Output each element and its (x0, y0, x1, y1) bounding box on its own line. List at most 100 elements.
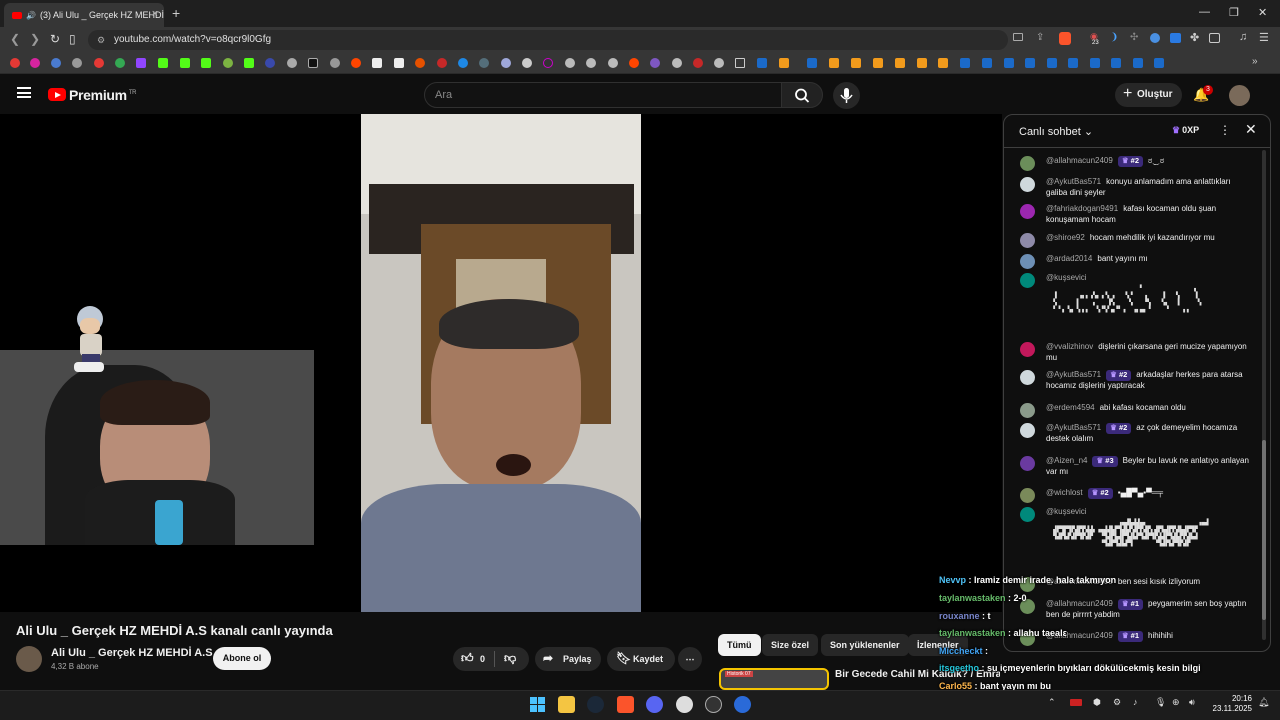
chat-author[interactable]: @erdem4594 (1046, 403, 1095, 412)
bookmark-icon-31[interactable] (672, 58, 682, 68)
channel-avatar[interactable] (16, 646, 42, 672)
extension-icon-4[interactable] (1170, 33, 1181, 43)
chat-avatar[interactable] (1020, 156, 1035, 171)
close-tab-icon[interactable]: × (152, 8, 158, 20)
bookmark-icon-30[interactable] (650, 58, 660, 68)
minimize-icon[interactable]: — (1199, 6, 1210, 18)
bookmark-icon-23[interactable] (501, 58, 511, 68)
chat-author[interactable]: @allahmacun2409 (1046, 156, 1113, 165)
bookmark-icon-5[interactable] (94, 58, 104, 68)
chat-message[interactable]: @shiroe92 hocam mehdilik iyi kazandırıyor… (1004, 233, 1258, 248)
bookmark-icon-29[interactable] (629, 58, 639, 68)
bookmark-kick-icon-4[interactable] (244, 58, 254, 68)
chat-xp-badge[interactable]: 0XP (1172, 125, 1199, 136)
channel-name[interactable]: Ali Ulu _ Gerçek HZ MEHDİ A.S (51, 647, 213, 659)
system-clock[interactable]: 20:16 23.11.2025 (1206, 694, 1252, 714)
url-bar[interactable]: ⚙ youtube.com/watch?v=o8qcr9l0Gfg (88, 30, 1008, 50)
forward-icon[interactable]: ❯ (30, 32, 40, 46)
chat-message[interactable]: @AykutBas571#2arkadaşlar herkes para ata… (1004, 370, 1258, 391)
chat-author[interactable]: @vvalizhinov (1046, 342, 1093, 351)
search-input[interactable]: Ara (424, 82, 782, 108)
bookmark-steam-icon-8[interactable] (1068, 58, 1078, 68)
bookmark-icon-41[interactable] (895, 58, 905, 68)
chat-avatar[interactable] (1020, 177, 1035, 192)
bookmark-icon-4[interactable] (72, 58, 82, 68)
restore-icon[interactable]: ❐ (1229, 6, 1239, 19)
windows-start-icon[interactable] (529, 696, 546, 713)
bookmark-steam-icon-3[interactable] (960, 58, 970, 68)
bookmark-icon-22[interactable] (479, 58, 489, 68)
bookmark-instagram-icon[interactable] (30, 58, 40, 68)
bookmark-steam-icon-10[interactable] (1111, 58, 1121, 68)
audio-extension-icon[interactable]: ❩ (1110, 32, 1118, 43)
brave-shields-icon[interactable] (1059, 32, 1071, 45)
bookmark-icon-24[interactable] (522, 58, 532, 68)
volume-icon[interactable]: 🔊︎ (1189, 697, 1195, 708)
chat-avatar[interactable] (1020, 273, 1035, 288)
bookmark-icon-25[interactable] (543, 58, 553, 68)
chat-author[interactable]: @allahmacun2409 (1046, 599, 1113, 608)
bookmark-icon-13[interactable] (287, 58, 297, 68)
back-icon[interactable]: ❮ (10, 32, 20, 46)
notification-center-icon[interactable]: 🔔︎ (1258, 697, 1269, 708)
chip-recent[interactable]: Son yüklenenler (821, 634, 909, 656)
chat-message[interactable]: @AykutBas571 konuyu anlamadım ama anlattı… (1004, 177, 1258, 198)
hamburger-menu-icon[interactable] (17, 87, 31, 98)
chat-author[interactable]: @ardad2014 (1046, 254, 1092, 263)
chat-message[interactable]: @fahriakdogan9491 kafası kocaman oldu şua… (1004, 204, 1258, 225)
tray-overflow-icon[interactable]: ⌃ (1048, 697, 1056, 708)
bookmark-steam-icon-11[interactable] (1133, 58, 1143, 68)
microphone-tray-icon[interactable]: 🎙︎ (1155, 697, 1166, 708)
browser-tab-active[interactable]: 🔊 (3) Ali Ulu _ Gerçek HZ MEHDİ A.S × (4, 3, 164, 27)
chat-avatar[interactable] (1020, 423, 1035, 438)
bookmark-icon-20[interactable] (437, 58, 447, 68)
chat-avatar[interactable] (1020, 342, 1035, 357)
bookmark-icon-21[interactable] (458, 58, 468, 68)
share-icon[interactable]: ⇪ (1036, 32, 1044, 43)
bookmark-steam-icon-4[interactable] (982, 58, 992, 68)
new-tab-button[interactable]: + (172, 5, 180, 21)
bookmark-icon-3[interactable] (51, 58, 61, 68)
bookmark-icon-32[interactable] (693, 58, 703, 68)
bookmark-x-icon[interactable] (308, 58, 318, 68)
search-button[interactable] (781, 82, 823, 108)
tray-icon-4[interactable]: ♪ (1133, 697, 1138, 707)
chat-avatar[interactable] (1020, 403, 1035, 418)
bookmark-icon-27[interactable] (586, 58, 596, 68)
chat-title-dropdown[interactable]: Canlı sohbet ⌄ (1019, 125, 1093, 138)
extension-icon-3[interactable] (1150, 33, 1160, 43)
chat-message[interactable]: @AykutBas571#2az çok demeyelim hocamıza … (1004, 423, 1258, 444)
extensions-puzzle-icon[interactable]: ✤ (1190, 31, 1199, 44)
bookmark-icon[interactable]: ▯ (69, 32, 76, 46)
bookmark-amazon-icon[interactable] (394, 58, 404, 68)
chat-message[interactable]: @vvalizhinov dişlerini çıkarsana geri muc… (1004, 342, 1258, 363)
bookmark-icon-26[interactable] (565, 58, 575, 68)
chat-avatar[interactable] (1020, 507, 1035, 522)
bookmark-folder-icon[interactable] (735, 58, 745, 68)
bookmark-icon-17[interactable] (372, 58, 382, 68)
bookmark-icon-36[interactable] (779, 58, 789, 68)
cast-icon[interactable] (1013, 33, 1023, 41)
account-avatar[interactable] (1229, 85, 1250, 106)
chat-message[interactable]: @wichlost #2 ▪▄█▀▄▪▀═╤ (1004, 488, 1258, 503)
tray-icon-1[interactable] (1070, 699, 1082, 706)
chat-author[interactable]: @AykutBas571 (1046, 370, 1101, 379)
bookmark-kick-icon[interactable] (158, 58, 168, 68)
bookmark-icon-33[interactable] (714, 58, 724, 68)
youtube-logo-icon[interactable] (48, 88, 66, 101)
bookmark-steam-icon-6[interactable] (1025, 58, 1035, 68)
chat-avatar[interactable] (1020, 370, 1035, 385)
tray-icon-3[interactable]: ⚙ (1113, 697, 1121, 708)
chat-author[interactable]: @kuşsevici (1046, 273, 1087, 282)
chat-author[interactable]: @kuşsevici (1046, 507, 1087, 516)
bookmark-icon-19[interactable] (415, 58, 425, 68)
chat-avatar[interactable] (1020, 456, 1035, 471)
bookmark-icon-28[interactable] (608, 58, 618, 68)
app-icon-8[interactable] (734, 696, 751, 713)
save-button[interactable]: 🔖︎ Kaydet (607, 647, 675, 671)
chat-message[interactable]: @allahmacun2409#1peygamerim sen boş yapt… (1004, 599, 1258, 620)
reload-icon[interactable]: ↻ (50, 32, 60, 46)
site-info-icon[interactable]: ⚙ (97, 30, 105, 50)
chat-author[interactable]: @AykutBas571 (1046, 423, 1101, 432)
sidebar-icon[interactable] (1209, 33, 1220, 43)
